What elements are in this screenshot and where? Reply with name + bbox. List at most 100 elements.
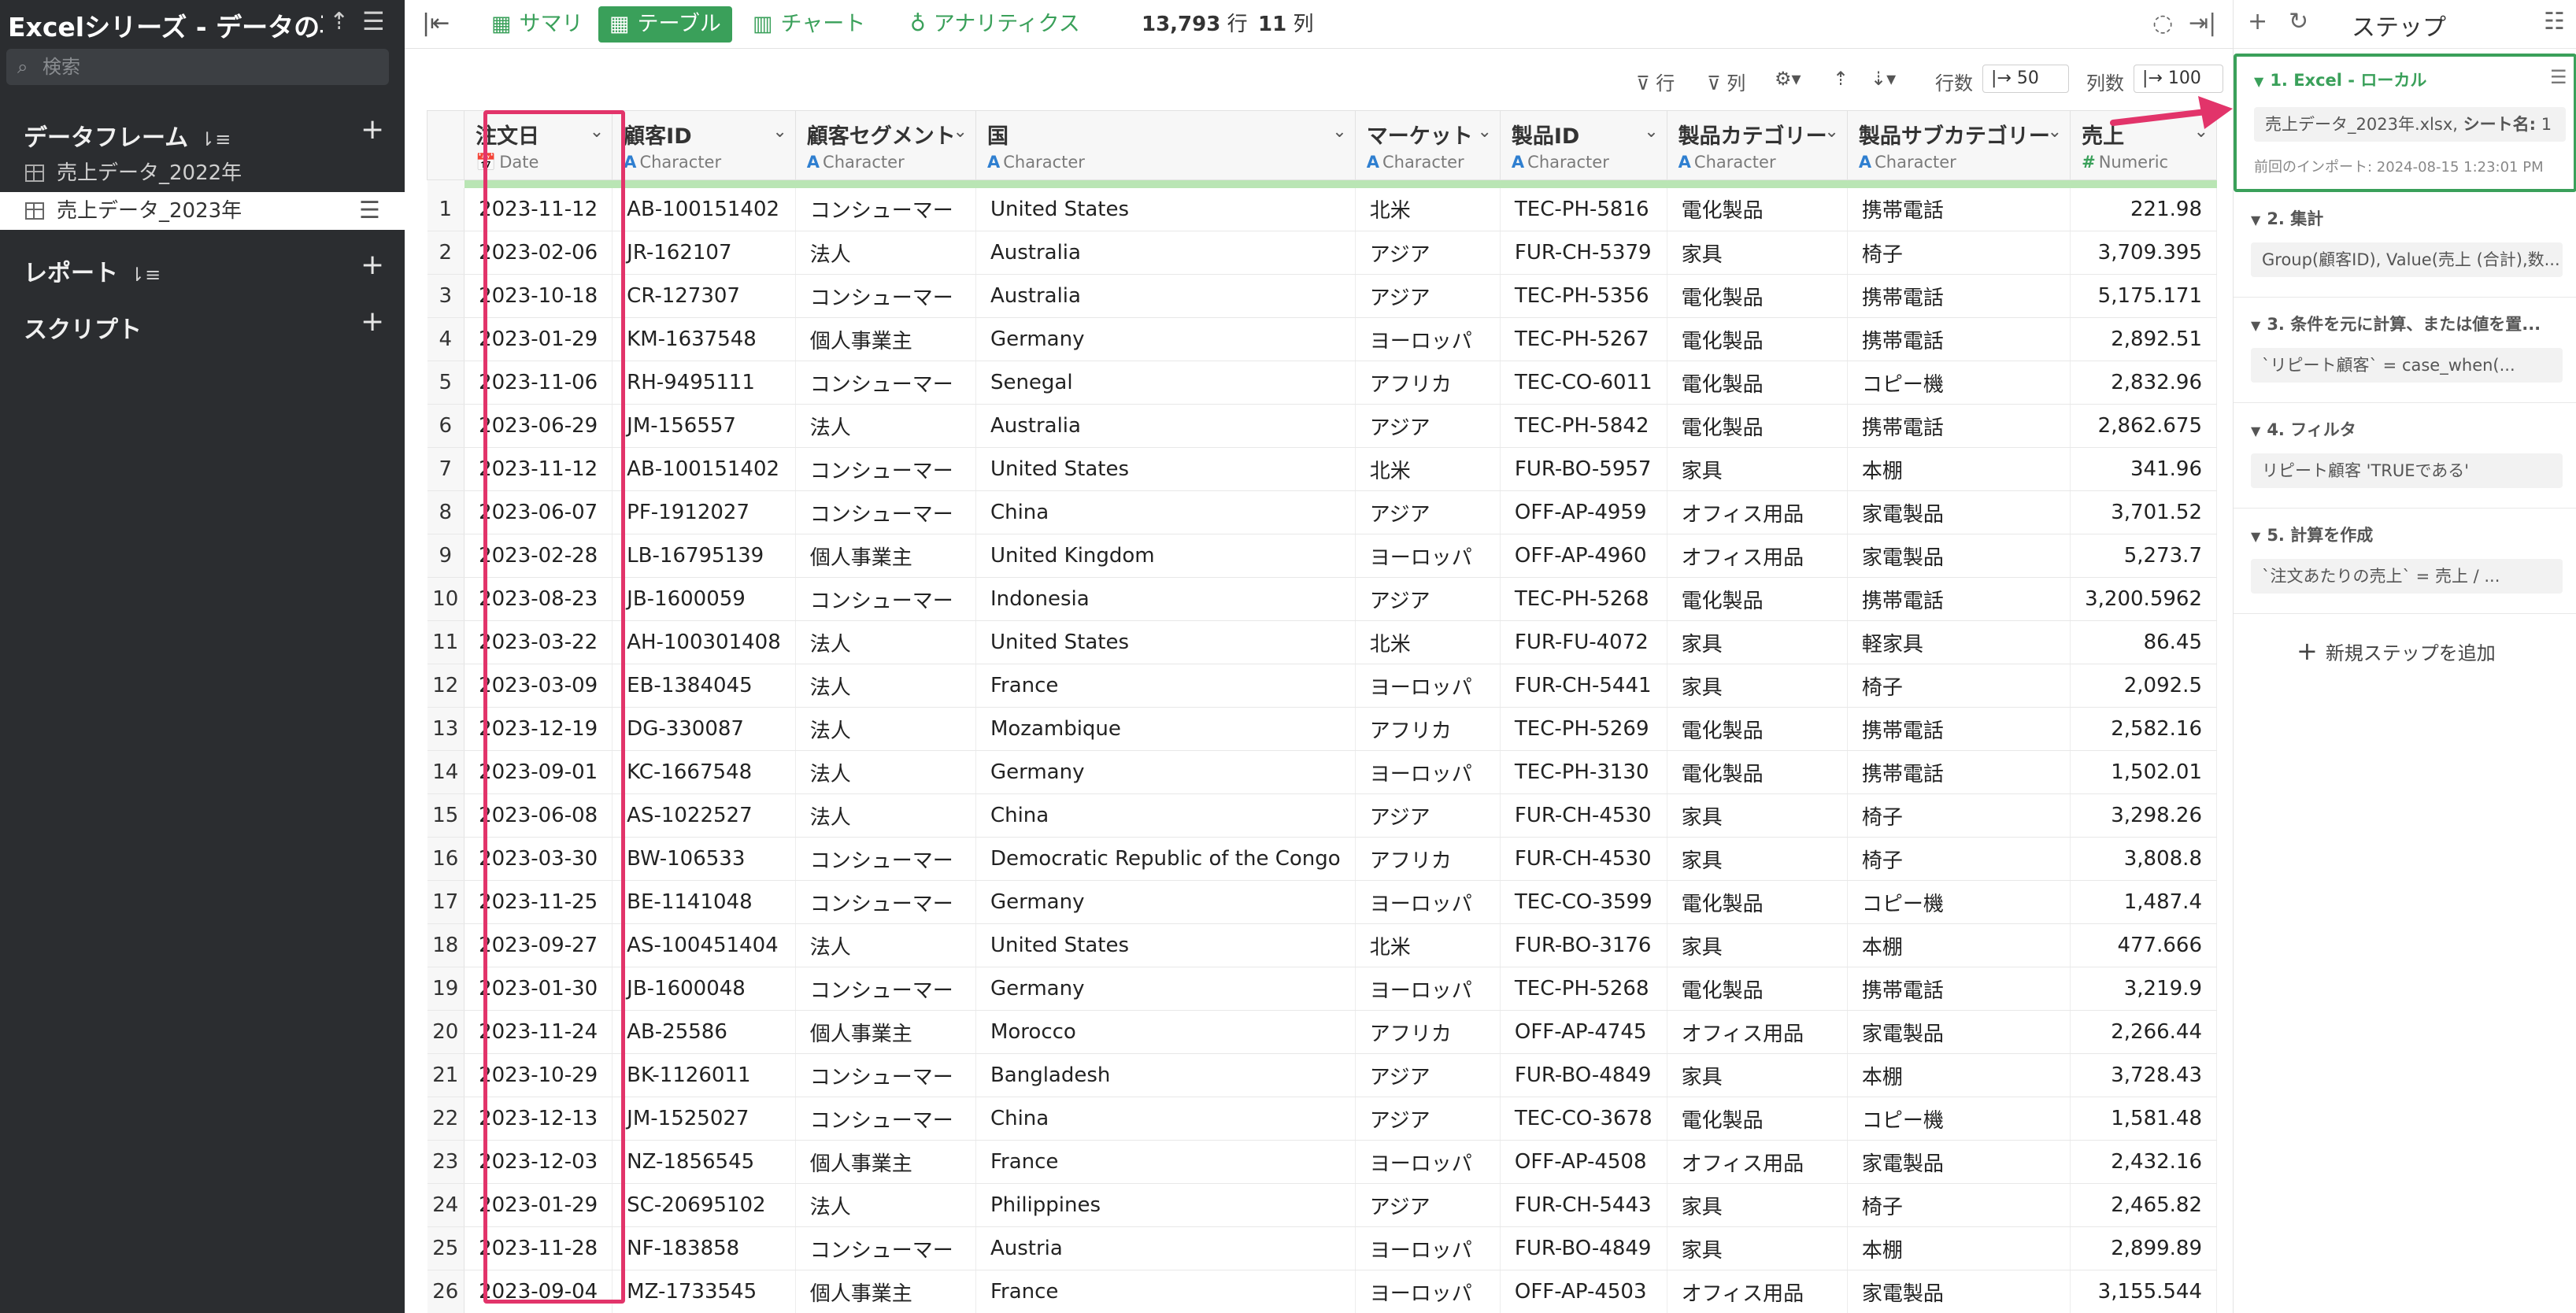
sort-icon[interactable]: ⇂≡: [199, 128, 231, 150]
table-cell[interactable]: Germany: [975, 750, 1356, 794]
table-cell[interactable]: 電化製品: [1667, 880, 1848, 924]
table-cell[interactable]: Democratic Republic of the Congo: [975, 837, 1356, 881]
table-cell[interactable]: 2023-11-24: [464, 1010, 613, 1054]
column-header[interactable]: 製品サブカテゴリー A Character ⌄: [1846, 110, 2071, 180]
table-cell[interactable]: TEC-PH-3130: [1500, 750, 1667, 794]
chevron-down-icon[interactable]: ⌄: [1644, 122, 1658, 142]
table-cell[interactable]: FUR-BO-4849: [1500, 1053, 1667, 1097]
table-cell[interactable]: 家具: [1667, 231, 1848, 275]
table-cell[interactable]: TEC-PH-5842: [1500, 404, 1667, 448]
table-cell[interactable]: 3,155.544: [2070, 1270, 2217, 1313]
table-cell[interactable]: 1,581.48: [2070, 1097, 2217, 1141]
table-cell[interactable]: TEC-CO-6011: [1500, 361, 1667, 405]
table-cell[interactable]: 2,266.44: [2070, 1010, 2217, 1054]
table-cell[interactable]: コンシューマー: [795, 361, 976, 405]
step-menu-icon[interactable]: ☰: [2550, 66, 2567, 88]
table-cell[interactable]: 家具: [1667, 923, 1848, 967]
table-cell[interactable]: RH-9495111: [612, 361, 796, 405]
table-cell[interactable]: Australia: [975, 231, 1356, 275]
table-cell[interactable]: EB-1384045: [612, 664, 796, 708]
step-box[interactable]: リピート顧客 'TRUEである': [2251, 453, 2563, 488]
hamburger-menu-icon[interactable]: ☰: [362, 6, 385, 36]
table-cell[interactable]: 2023-03-30: [464, 837, 613, 881]
table-cell[interactable]: 携帯電話: [1847, 317, 2071, 361]
chevron-down-icon[interactable]: ⌄: [1477, 122, 1491, 142]
table-cell[interactable]: 477.666: [2070, 923, 2217, 967]
table-cell[interactable]: TEC-PH-5268: [1500, 967, 1667, 1011]
table-cell[interactable]: 北米: [1355, 187, 1501, 231]
table-cell[interactable]: コンシューマー: [795, 490, 976, 534]
table-cell[interactable]: NF-183858: [612, 1226, 796, 1270]
table-cell[interactable]: 法人: [795, 620, 976, 664]
table-cell[interactable]: JR-162107: [612, 231, 796, 275]
upload-button[interactable]: ⇡: [1833, 68, 1849, 90]
table-cell[interactable]: アジア: [1355, 1183, 1501, 1227]
table-cell[interactable]: China: [975, 1097, 1356, 1141]
table-cell[interactable]: アフリカ: [1355, 361, 1501, 405]
refresh-icon[interactable]: ↻: [2289, 8, 2308, 35]
table-cell[interactable]: FUR-CH-5443: [1500, 1183, 1667, 1227]
table-cell[interactable]: アフリカ: [1355, 1010, 1501, 1054]
table-cell[interactable]: 電化製品: [1667, 707, 1848, 751]
table-cell[interactable]: 法人: [795, 404, 976, 448]
table-cell[interactable]: 5,175.171: [2070, 274, 2217, 318]
table-cell[interactable]: Mozambique: [975, 707, 1356, 751]
step-3[interactable]: ▼ 3. 条件を元に計算、または値を置... `リピート顧客` = case_wh…: [2234, 298, 2576, 403]
search-input[interactable]: ⌕ 検索: [6, 49, 389, 85]
table-cell[interactable]: 個人事業主: [795, 1010, 976, 1054]
chevron-down-icon[interactable]: ⌄: [953, 122, 968, 142]
table-cell[interactable]: France: [975, 1270, 1356, 1313]
table-cell[interactable]: 本棚: [1847, 1226, 2071, 1270]
table-cell[interactable]: CR-127307: [612, 274, 796, 318]
table-cell[interactable]: 個人事業主: [795, 534, 976, 578]
table-cell[interactable]: 北米: [1355, 620, 1501, 664]
table-cell[interactable]: 2023-09-04: [464, 1270, 613, 1313]
table-cell[interactable]: 2,832.96: [2070, 361, 2217, 405]
table-cell[interactable]: 法人: [795, 923, 976, 967]
table-cell[interactable]: 電化製品: [1667, 577, 1848, 621]
table-cell[interactable]: アジア: [1355, 577, 1501, 621]
table-cell[interactable]: Bangladesh: [975, 1053, 1356, 1097]
table-cell[interactable]: アジア: [1355, 274, 1501, 318]
table-cell[interactable]: 3,709.395: [2070, 231, 2217, 275]
step-4[interactable]: ▼ 4. フィルタ リピート顧客 'TRUEである': [2234, 403, 2576, 509]
table-cell[interactable]: 2023-01-29: [464, 1183, 613, 1227]
chevron-down-icon[interactable]: ⌄: [590, 122, 604, 142]
table-cell[interactable]: 2,862.675: [2070, 404, 2217, 448]
add-step-button[interactable]: + 新規ステップを追加: [2297, 636, 2496, 666]
table-cell[interactable]: アジア: [1355, 490, 1501, 534]
table-cell[interactable]: OFF-AP-4960: [1500, 534, 1667, 578]
table-cell[interactable]: オフィス用品: [1667, 1140, 1848, 1184]
table-cell[interactable]: オフィス用品: [1667, 490, 1848, 534]
table-cell[interactable]: 1,487.4: [2070, 880, 2217, 924]
step-head[interactable]: ▼ 4. フィルタ: [2251, 417, 2356, 441]
table-cell[interactable]: AB-100151402: [612, 187, 796, 231]
table-cell[interactable]: OFF-AP-4508: [1500, 1140, 1667, 1184]
table-cell[interactable]: 携帯電話: [1847, 187, 2071, 231]
table-cell[interactable]: 電化製品: [1667, 274, 1848, 318]
step-1[interactable]: ▼ 1. Excel - ローカル ☰ 売上データ_2023年.xlsx, シート…: [2234, 54, 2576, 192]
table-cell[interactable]: 2,582.16: [2070, 707, 2217, 751]
table-cell[interactable]: 家電製品: [1847, 1010, 2071, 1054]
table-cell[interactable]: 椅子: [1847, 793, 2071, 838]
table-cell[interactable]: 北米: [1355, 447, 1501, 491]
table-cell[interactable]: アジア: [1355, 1097, 1501, 1141]
table-cell[interactable]: Germany: [975, 317, 1356, 361]
table-cell[interactable]: 2023-02-28: [464, 534, 613, 578]
table-cell[interactable]: 法人: [795, 1183, 976, 1227]
table-cell[interactable]: 携帯電話: [1847, 750, 2071, 794]
table-cell[interactable]: 個人事業主: [795, 317, 976, 361]
table-cell[interactable]: OFF-AP-4959: [1500, 490, 1667, 534]
tab-chart[interactable]: ▥ チャート: [742, 6, 876, 43]
table-cell[interactable]: 3,200.5962: [2070, 577, 2217, 621]
table-cell[interactable]: コンシューマー: [795, 1053, 976, 1097]
table-cell[interactable]: 3,701.52: [2070, 490, 2217, 534]
table-cell[interactable]: FUR-CH-5379: [1500, 231, 1667, 275]
table-cell[interactable]: コンシューマー: [795, 447, 976, 491]
table-cell[interactable]: Australia: [975, 274, 1356, 318]
table-cell[interactable]: 2,892.51: [2070, 317, 2217, 361]
table-cell[interactable]: France: [975, 1140, 1356, 1184]
row-filter-button[interactable]: ⊽ 行: [1636, 68, 1675, 95]
chevron-down-icon[interactable]: ⌄: [772, 122, 786, 142]
table-cell[interactable]: OFF-AP-4503: [1500, 1270, 1667, 1313]
